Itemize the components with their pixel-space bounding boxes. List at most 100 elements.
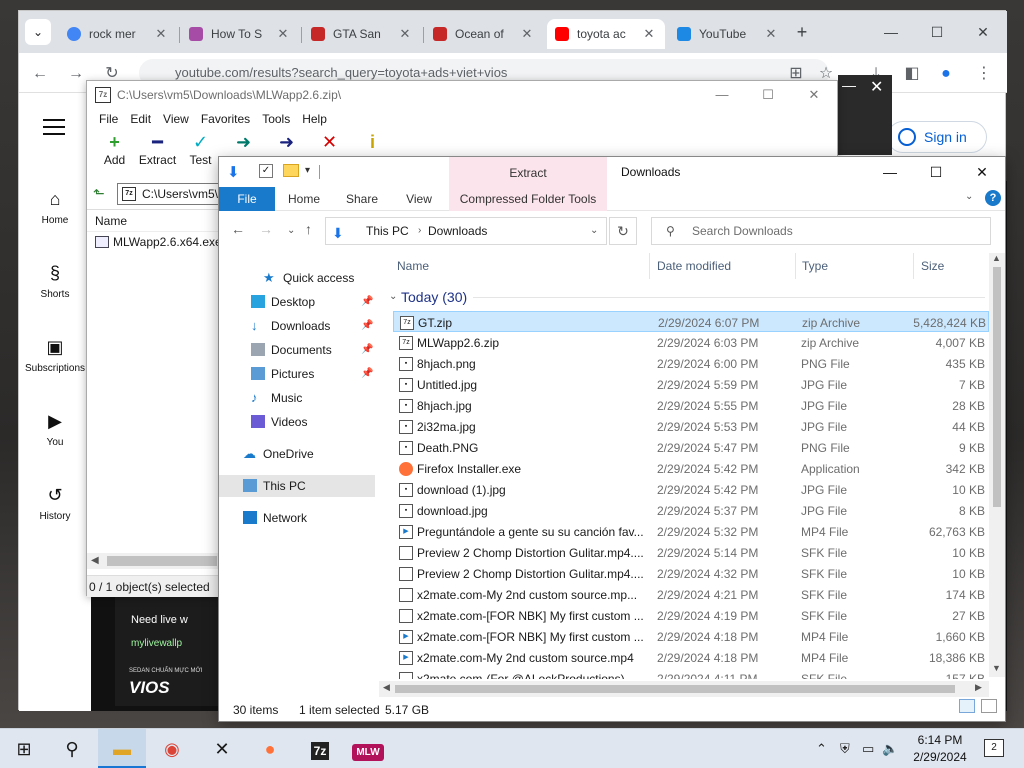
minimize-button[interactable]: — (699, 81, 745, 109)
table-row[interactable]: x2mate.com-[FOR NBK] My first custom ...… (393, 605, 989, 626)
taskbar-chrome[interactable]: ◉ (148, 729, 196, 768)
back-button[interactable]: ← (231, 221, 245, 237)
chevron-right-icon[interactable]: › (418, 218, 421, 244)
tab-gta[interactable]: GTA San ✕ (303, 19, 421, 49)
pin-icon[interactable]: 📌 (361, 363, 373, 385)
column-header-name[interactable]: Name (397, 259, 429, 273)
yt-nav-home[interactable]: ⌂ Home (19, 187, 91, 226)
tab-search-button[interactable]: ⌄ (25, 19, 51, 45)
pin-icon[interactable]: 📌 (361, 315, 373, 337)
extract-context-tab[interactable]: Extract (449, 157, 607, 187)
extract-button[interactable]: ━ Extract (136, 131, 179, 177)
menu-file[interactable]: File (93, 109, 124, 131)
tree-item[interactable]: Desktop 📌 (219, 291, 375, 313)
tab-toyota[interactable]: toyota ac ✕ (547, 19, 665, 49)
menu-kebab-icon[interactable]: ⋮ (971, 61, 997, 87)
help-icon[interactable]: ? (985, 190, 1001, 206)
table-row[interactable]: ▪ download.jpg 2/29/2024 5:37 PM JPG File 8 … (393, 500, 989, 521)
yt-nav-shorts[interactable]: § Shorts (19, 261, 91, 300)
tree-item[interactable]: Videos (219, 411, 375, 433)
table-row[interactable]: ▶ x2mate.com-[FOR NBK] My first custom ..… (393, 626, 989, 647)
close-icon[interactable]: ✕ (275, 26, 291, 42)
up-button[interactable]: ↑ (305, 221, 312, 237)
yt-nav-history[interactable]: ↺ History (19, 483, 91, 522)
maximize-button[interactable]: ☐ (913, 157, 959, 187)
table-row[interactable]: ▪ Untitled.jpg 2/29/2024 5:59 PM JPG File 7 … (393, 374, 989, 395)
maximize-button[interactable]: ☐ (745, 81, 791, 109)
scroll-thumb[interactable] (395, 685, 955, 693)
ad-card[interactable]: Need live w mylivewallp SEDAN CHUẨN MỰC … (115, 596, 235, 706)
table-row[interactable]: 7z GT.zip 2/29/2024 6:07 PM zip Archive 5,42… (393, 311, 989, 332)
address-bar[interactable]: ⬇ This PC › Downloads ⌄ (325, 217, 607, 245)
close-window-button[interactable]: ✕ (870, 77, 883, 97)
new-tab-button[interactable]: + (791, 21, 813, 43)
forward-button[interactable]: → (259, 221, 273, 237)
large-icons-view-icon[interactable] (981, 699, 997, 713)
column-divider[interactable] (913, 253, 914, 279)
table-row[interactable]: ▪ 8hjach.jpg 2/29/2024 5:55 PM JPG File 28 K… (393, 395, 989, 416)
properties-check-icon[interactable]: ✓ (259, 164, 273, 178)
scroll-thumb[interactable] (993, 267, 1001, 507)
menu-view[interactable]: View (157, 109, 195, 131)
recent-locations-icon[interactable]: ⌄ (287, 225, 295, 236)
expand-ribbon-icon[interactable]: ⌄ (965, 191, 973, 202)
table-row[interactable]: 7z MLWapp2.6.zip 2/29/2024 6:03 PM zip Arch… (393, 332, 989, 353)
search-button[interactable]: ⚲ (48, 729, 96, 768)
taskbar-7zip[interactable]: 7z (296, 729, 344, 768)
column-divider[interactable] (649, 253, 650, 279)
tab-file[interactable]: File (219, 187, 275, 211)
close-icon[interactable]: ✕ (763, 26, 779, 42)
chevron-down-icon[interactable]: ▾ (305, 165, 310, 176)
column-header-type[interactable]: Type (802, 259, 828, 273)
column-divider[interactable] (795, 253, 796, 279)
security-icon[interactable]: ⛨ (840, 741, 850, 757)
side-panel-icon[interactable]: ◧ (899, 61, 925, 87)
notification-button[interactable]: 2 (984, 739, 1004, 757)
tree-item[interactable]: ↓ Downloads 📌 (219, 315, 375, 337)
tree-item[interactable]: ★ Quick access (219, 267, 375, 289)
tab-rock[interactable]: rock mer ✕ (59, 19, 177, 49)
vertical-scrollbar[interactable]: ▲ ▼ (989, 253, 1005, 677)
pin-icon[interactable]: 📌 (361, 339, 373, 361)
close-icon[interactable]: ✕ (397, 26, 413, 42)
taskbar-firefox[interactable]: ● (246, 729, 294, 768)
scroll-left-icon[interactable]: ◀ (383, 682, 390, 693)
tree-item[interactable]: Pictures 📌 (219, 363, 375, 385)
yt-nav-you[interactable]: ▶ You (19, 409, 91, 448)
sign-in-button[interactable]: Sign in (887, 121, 987, 153)
taskbar-file-explorer[interactable]: ▬ (98, 729, 146, 768)
table-row[interactable]: Preview 2 Chomp Distortion Gulitar.mp4..… (393, 542, 989, 563)
pin-icon[interactable]: 📌 (361, 291, 373, 313)
tree-item[interactable]: ♪ Music (219, 387, 375, 409)
search-input[interactable]: ⚲ Search Downloads (651, 217, 991, 245)
download-arrow-icon[interactable]: ⬇ (227, 163, 240, 181)
close-window-button[interactable]: ✕ (959, 157, 1005, 187)
system-clock[interactable]: 6:14 PM 2/29/2024 (904, 732, 976, 766)
close-icon[interactable]: ✕ (153, 26, 169, 42)
scroll-right-icon[interactable]: ▶ (975, 682, 982, 693)
tree-item[interactable]: Documents 📌 (219, 339, 375, 361)
menu-edit[interactable]: Edit (124, 109, 157, 131)
close-window-button[interactable]: ✕ (791, 81, 837, 109)
tab-youtube[interactable]: YouTube ✕ (669, 19, 787, 49)
hamburger-menu-icon[interactable] (43, 119, 65, 135)
maximize-button[interactable]: ☐ (915, 19, 959, 45)
scroll-left-icon[interactable]: ◀ (91, 553, 99, 569)
profile-icon[interactable]: ● (933, 61, 959, 87)
chevron-up-icon[interactable]: ⌃ (816, 741, 827, 757)
yt-nav-subscriptions[interactable]: ▣ Subscriptions (19, 335, 91, 374)
breadcrumb-downloads[interactable]: Downloads (428, 218, 487, 244)
close-window-button[interactable]: ✕ (961, 19, 1005, 45)
table-row[interactable]: ▶ Preguntándole a gente su su canción fav… (393, 521, 989, 542)
tab-view[interactable]: View (397, 187, 441, 211)
chevron-down-icon[interactable]: ⌄ (590, 218, 598, 244)
horizontal-scrollbar[interactable]: ◀ (87, 553, 219, 569)
back-button[interactable]: ← (27, 61, 53, 87)
scroll-down-icon[interactable]: ▼ (992, 663, 1001, 673)
tab-share[interactable]: Share (337, 187, 387, 211)
table-row[interactable]: ▪ Death.PNG 2/29/2024 5:47 PM PNG File 9 KB (393, 437, 989, 458)
scroll-up-icon[interactable]: ▲ (992, 253, 1001, 263)
taskbar-mlwapp[interactable]: MLW (344, 729, 392, 768)
tab-ocean[interactable]: Ocean of ✕ (425, 19, 543, 49)
column-header-size[interactable]: Size (921, 259, 944, 273)
